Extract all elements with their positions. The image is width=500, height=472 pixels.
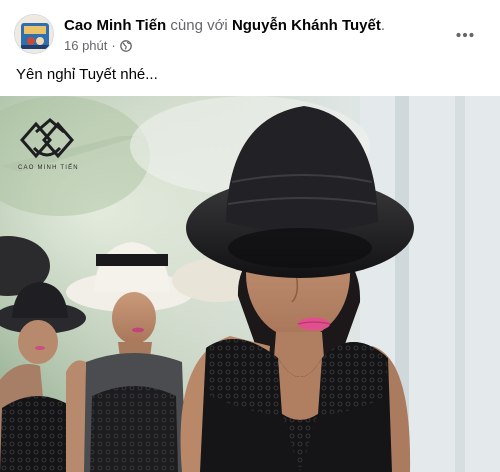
- post-timestamp[interactable]: 16 phút: [64, 38, 107, 54]
- meta-separator: ·: [111, 38, 116, 53]
- tagged-suffix: .: [380, 17, 386, 34]
- post-caption: Yên nghỉ Tuyết nhé...: [16, 66, 158, 83]
- facebook-post: Cao Minh Tiến cùng với Nguyễn Khánh Tuyế…: [0, 0, 500, 472]
- globe-icon[interactable]: [119, 40, 132, 52]
- author-line: Cao Minh Tiến cùng với Nguyễn Khánh Tuyế…: [64, 17, 385, 35]
- watermark-text: CAO MINH TIẾN: [18, 165, 79, 171]
- author-name[interactable]: Cao Minh Tiến: [64, 17, 166, 34]
- more-options-icon: [456, 32, 474, 38]
- author-avatar[interactable]: [14, 14, 54, 54]
- more-options-button[interactable]: [450, 20, 480, 50]
- tagged-name[interactable]: Nguyễn Khánh Tuyết: [232, 17, 381, 34]
- avatar-image: [15, 15, 53, 53]
- post-meta: 16 phút ·: [64, 38, 132, 54]
- post-header: Cao Minh Tiến cùng với Nguyễn Khánh Tuyế…: [0, 0, 500, 60]
- with-text: cùng với: [166, 17, 232, 34]
